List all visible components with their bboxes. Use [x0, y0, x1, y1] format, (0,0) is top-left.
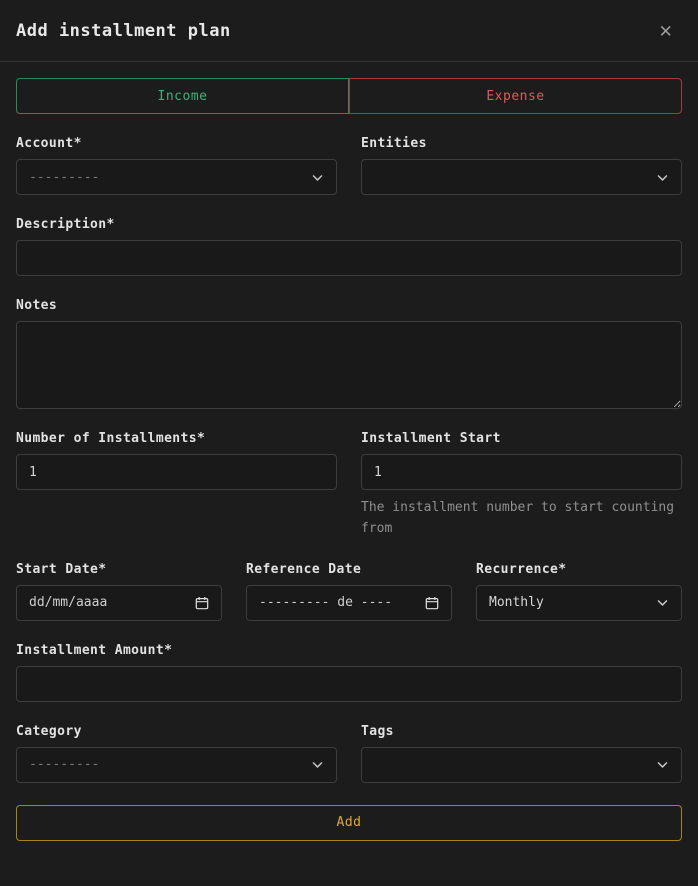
- installment-amount-field: Installment Amount*: [16, 643, 682, 702]
- add-installment-plan-modal: Add installment plan ✕ Income Expense Ac…: [0, 0, 698, 886]
- recurrence-field: Recurrence* Monthly: [476, 562, 682, 621]
- reference-date-placeholder: --------- de ----: [259, 595, 392, 610]
- page-title: Add installment plan: [16, 21, 231, 41]
- notes-label: Notes: [16, 298, 682, 313]
- chevron-down-icon: [656, 758, 669, 771]
- recurrence-selected-value: Monthly: [489, 595, 544, 610]
- category-field: Category ---------: [16, 724, 337, 783]
- expense-tab[interactable]: Expense: [349, 78, 682, 114]
- chevron-down-icon: [311, 758, 324, 771]
- start-date-field: Start Date* dd/mm/aaaa: [16, 562, 222, 621]
- start-date-placeholder: dd/mm/aaaa: [29, 595, 107, 610]
- add-button[interactable]: Add: [16, 805, 682, 841]
- installment-start-field: Installment Start The installment number…: [361, 431, 682, 540]
- income-tab[interactable]: Income: [16, 78, 349, 114]
- start-date-input[interactable]: dd/mm/aaaa: [16, 585, 222, 621]
- description-label: Description*: [16, 217, 682, 232]
- installment-start-input[interactable]: [361, 454, 682, 490]
- installment-amount-label: Installment Amount*: [16, 643, 682, 658]
- account-label: Account*: [16, 136, 337, 151]
- transaction-type-toggle: Income Expense: [16, 78, 682, 114]
- reference-date-input[interactable]: --------- de ----: [246, 585, 452, 621]
- description-field: Description*: [16, 217, 682, 276]
- entities-select[interactable]: [361, 159, 682, 195]
- modal-header: Add installment plan ✕: [0, 0, 698, 62]
- chevron-down-icon: [656, 171, 669, 184]
- number-of-installments-label: Number of Installments*: [16, 431, 337, 446]
- installment-start-help-text: The installment number to start counting…: [361, 498, 682, 540]
- notes-textarea[interactable]: [16, 321, 682, 409]
- tags-field: Tags: [361, 724, 682, 783]
- tags-select[interactable]: [361, 747, 682, 783]
- reference-date-field: Reference Date --------- de ----: [246, 562, 452, 621]
- account-field: Account* ---------: [16, 136, 337, 195]
- close-icon[interactable]: ✕: [655, 18, 676, 43]
- reference-date-label: Reference Date: [246, 562, 452, 577]
- account-select[interactable]: ---------: [16, 159, 337, 195]
- account-selected-value: ---------: [29, 170, 99, 185]
- tags-label: Tags: [361, 724, 682, 739]
- notes-field: Notes: [16, 298, 682, 409]
- recurrence-label: Recurrence*: [476, 562, 682, 577]
- number-of-installments-field: Number of Installments*: [16, 431, 337, 490]
- number-of-installments-input[interactable]: [16, 454, 337, 490]
- start-date-label: Start Date*: [16, 562, 222, 577]
- installment-start-label: Installment Start: [361, 431, 682, 446]
- category-label: Category: [16, 724, 337, 739]
- modal-body: Income Expense Account* --------- Entiti…: [0, 62, 698, 857]
- installment-amount-input[interactable]: [16, 666, 682, 702]
- recurrence-select[interactable]: Monthly: [476, 585, 682, 621]
- description-input[interactable]: [16, 240, 682, 276]
- chevron-down-icon: [311, 171, 324, 184]
- entities-field: Entities: [361, 136, 682, 195]
- calendar-icon[interactable]: [195, 596, 209, 610]
- calendar-icon[interactable]: [425, 596, 439, 610]
- entities-label: Entities: [361, 136, 682, 151]
- category-selected-value: ---------: [29, 757, 99, 772]
- category-select[interactable]: ---------: [16, 747, 337, 783]
- chevron-down-icon: [656, 596, 669, 609]
